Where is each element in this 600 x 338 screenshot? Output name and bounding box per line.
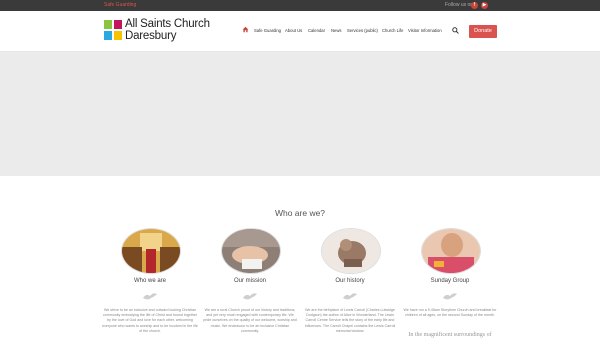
church-interior-image[interactable] [121, 228, 181, 274]
nav-calendar[interactable]: Calendar [308, 28, 325, 33]
nav-safe-guarding[interactable]: Safe Guarding [254, 28, 281, 33]
logo-square-yellow [114, 31, 122, 40]
logo-square-magenta [114, 20, 122, 29]
home-icon[interactable] [242, 26, 249, 33]
topbar-safeguarding-link[interactable]: Safe Guarding [104, 2, 136, 9]
column-title: Who we are [133, 278, 166, 284]
logo-square-green [104, 20, 112, 29]
youtube-icon[interactable]: ▶ [481, 2, 488, 9]
church-logo-icon[interactable] [104, 20, 122, 41]
carved-statue-image[interactable] [321, 228, 381, 274]
column-intro-text: In the magnificent surroundings of [408, 332, 492, 338]
dove-icon [443, 293, 457, 300]
logo-line-1: All Saints Church [125, 18, 210, 30]
dove-icon [143, 293, 157, 300]
hero-banner [0, 52, 600, 176]
site-logo-text[interactable]: All Saints Church Daresbury [125, 18, 210, 42]
column-text: We have run a 9.45am Storytime Church an… [403, 308, 497, 318]
nav-services[interactable]: Services (public) [347, 28, 378, 33]
nav-news[interactable]: News [331, 28, 341, 33]
facebook-icon[interactable]: f [471, 2, 478, 9]
logo-square-blue [104, 31, 112, 40]
column-title: Our mission [233, 278, 266, 284]
nav-church-life[interactable]: Church Life [382, 28, 403, 33]
search-icon[interactable] [452, 27, 459, 34]
site-header: All Saints Church Daresbury Safe Guardin… [0, 11, 600, 52]
dove-icon [243, 293, 257, 300]
dove-icon [343, 293, 357, 300]
child-painting-image[interactable] [421, 228, 481, 274]
donate-button[interactable]: Donate [469, 25, 497, 38]
follow-us-label: Follow us on [445, 2, 474, 8]
praying-hands-image[interactable] [221, 228, 281, 274]
column-title: Our history [335, 278, 365, 284]
top-bar: Safe Guarding Follow us on f ▶ [0, 0, 600, 11]
nav-visitor-information[interactable]: Visitor Information [408, 28, 442, 33]
column-title: Sunday Group [430, 278, 470, 284]
logo-line-2: Daresbury [125, 29, 177, 42]
section-title: Who are we? [274, 208, 326, 218]
column-text: We are the birthplace of Lewis Carroll (… [304, 308, 396, 333]
column-text: We strive to be an inclusive and outward… [102, 308, 198, 333]
column-text: We are a rural Church proud of our histo… [203, 308, 297, 333]
nav-about-us[interactable]: About Us [285, 28, 302, 33]
